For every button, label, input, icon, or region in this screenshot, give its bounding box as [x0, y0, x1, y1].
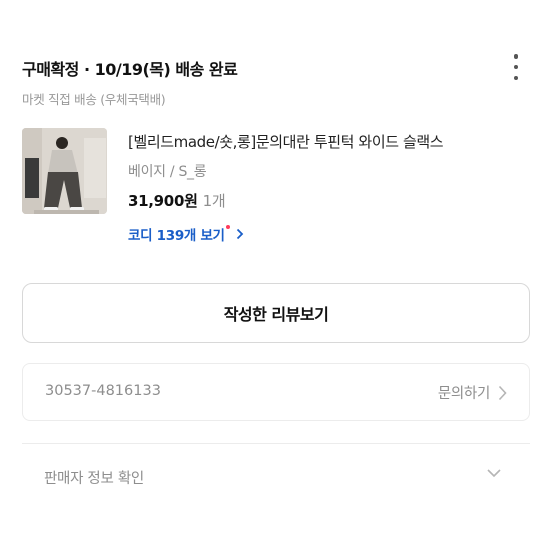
product-price-line: 31,900원 1개 — [128, 190, 226, 211]
order-info-box: 30537-4816133 문의하기 — [22, 363, 530, 421]
coordi-link-label: 코디 139개 보기 — [128, 228, 225, 244]
more-options-icon[interactable] — [506, 54, 526, 80]
order-number: 30537-4816133 — [45, 383, 161, 399]
product-name[interactable]: [벨리드made/숏,롱]문의대란 투핀턱 와이드 슬랙스 — [128, 131, 444, 152]
chevron-right-icon — [498, 385, 507, 400]
chevron-down-icon — [487, 469, 501, 478]
new-badge-dot — [225, 225, 230, 229]
product-thumbnail[interactable] — [22, 128, 107, 214]
coordi-link[interactable]: 코디 139개 보기 — [128, 224, 244, 244]
product-quantity: 1개 — [202, 192, 226, 210]
view-review-button[interactable]: 작성한 리뷰보기 — [22, 283, 530, 343]
product-price: 31,900원 — [128, 192, 198, 210]
product-photo — [22, 128, 107, 214]
seller-info-label: 판매자 정보 확인 — [44, 471, 144, 487]
inquiry-label: 문의하기 — [437, 386, 490, 402]
product-option: 베이지 / S_롱 — [128, 164, 207, 180]
shipping-method: 마켓 직접 배송 (우체국택배) — [22, 92, 166, 107]
inquiry-button[interactable]: 문의하기 — [438, 382, 507, 403]
seller-info-toggle[interactable]: 판매자 정보 확인 — [22, 444, 530, 509]
chevron-right-icon — [236, 228, 243, 240]
order-status-title: 구매확정 · 10/19(목) 배송 완료 — [22, 60, 238, 79]
